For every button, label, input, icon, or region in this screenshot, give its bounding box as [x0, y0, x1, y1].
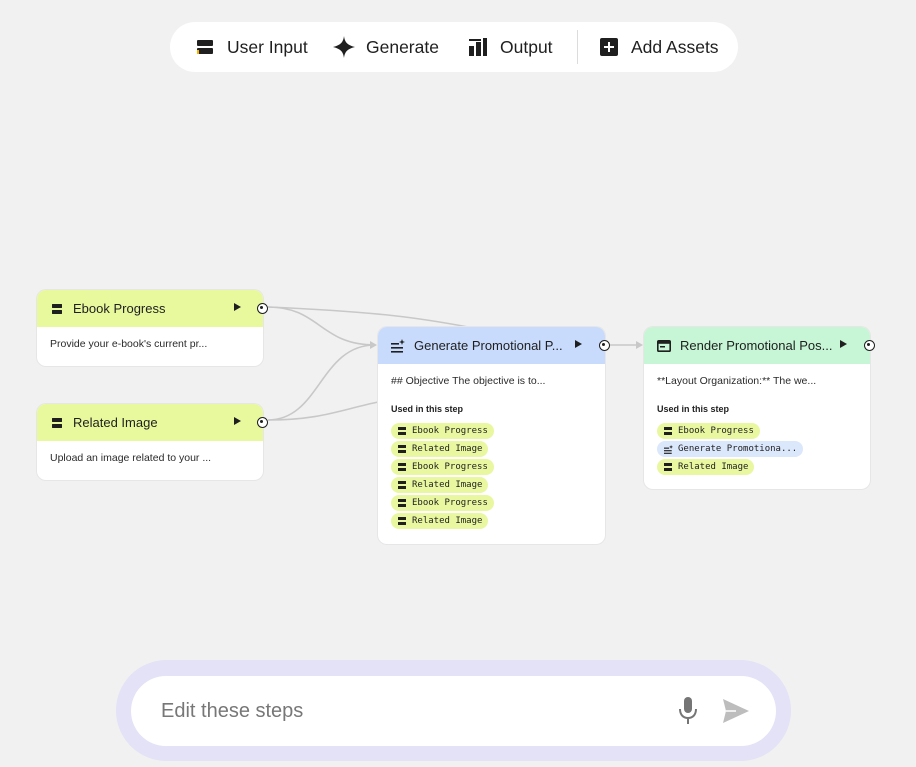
chip-label: Generate Promotiona... — [678, 444, 798, 454]
user-input-icon — [398, 499, 407, 508]
run-step-icon[interactable] — [234, 303, 241, 311]
chip-list: Ebook Progress Related Image Ebook Progr… — [391, 423, 592, 529]
node-title: Generate Promotional P... — [414, 338, 563, 353]
chip-label: Ebook Progress — [412, 498, 488, 508]
user-input-icon — [664, 427, 673, 436]
chip-label: Ebook Progress — [412, 426, 488, 436]
node-title: Render Promotional Pos... — [680, 338, 833, 353]
generate-text-icon — [391, 338, 405, 353]
chip[interactable]: Ebook Progress — [657, 423, 760, 439]
node-render-promotional[interactable]: Render Promotional Pos... **Layout Organ… — [644, 327, 875, 489]
run-step-icon[interactable] — [234, 417, 241, 425]
send-icon[interactable] — [722, 698, 750, 724]
run-step-icon[interactable] — [840, 340, 847, 348]
used-in-step-label: Used in this step — [657, 404, 730, 414]
render-output-icon — [657, 339, 671, 353]
microphone-icon[interactable] — [677, 696, 699, 726]
chip[interactable]: Ebook Progress — [391, 459, 494, 475]
user-input-icon — [398, 517, 407, 526]
chip[interactable]: Related Image — [391, 441, 489, 457]
output-port-icon[interactable] — [599, 340, 610, 351]
chip-label: Related Image — [412, 444, 483, 454]
arrow-head-render — [636, 341, 643, 349]
node-title: Ebook Progress — [73, 301, 166, 316]
node-description: Upload an image related to your ... — [50, 452, 212, 464]
chip[interactable]: Related Image — [657, 459, 755, 475]
chip[interactable]: Ebook Progress — [391, 495, 494, 511]
generate-text-icon — [664, 444, 673, 454]
chip-label: Related Image — [412, 480, 483, 490]
user-input-icon — [398, 481, 407, 490]
chip-list: Ebook Progress Generate Promotiona... Re… — [657, 423, 857, 475]
edit-steps-input[interactable] — [161, 699, 641, 723]
chip[interactable]: Generate Promotiona... — [657, 441, 804, 457]
output-port-icon[interactable] — [257, 303, 268, 314]
user-input-icon — [398, 427, 407, 436]
chip-label: Related Image — [678, 462, 749, 472]
user-input-icon — [664, 463, 673, 472]
node-generate-promotional[interactable]: Generate Promotional P... ## Objective T… — [378, 327, 610, 544]
run-step-icon[interactable] — [575, 340, 582, 348]
node-title: Related Image — [73, 415, 158, 430]
node-description: **Layout Organization:** The we... — [657, 375, 817, 387]
node-ebook-progress[interactable]: Ebook Progress Provide your e-book's cur… — [37, 290, 268, 366]
user-input-icon — [398, 445, 407, 454]
user-input-icon — [398, 463, 407, 472]
edge-image-to-generate — [267, 344, 376, 421]
user-input-icon — [50, 416, 64, 430]
used-in-step-label: Used in this step — [391, 404, 464, 414]
node-header: Render Promotional Pos... — [644, 327, 875, 364]
output-port-icon[interactable] — [257, 417, 268, 428]
node-header: Related Image — [37, 404, 268, 441]
node-description: Provide your e-book's current pr... — [50, 338, 208, 350]
edge-ebook-to-render — [267, 306, 469, 328]
chip-label: Related Image — [412, 516, 483, 526]
chip-label: Ebook Progress — [412, 462, 488, 472]
chip-label: Ebook Progress — [678, 426, 754, 436]
user-input-icon — [50, 302, 64, 316]
node-description: ## Objective The objective is to... — [391, 375, 546, 387]
chip[interactable]: Related Image — [391, 513, 489, 529]
node-header: Generate Promotional P... — [378, 327, 610, 364]
arrow-head-generate — [370, 341, 377, 349]
chip[interactable]: Related Image — [391, 477, 489, 493]
chip[interactable]: Ebook Progress — [391, 423, 494, 439]
node-header: Ebook Progress — [37, 290, 268, 327]
node-related-image[interactable]: Related Image Upload an image related to… — [37, 404, 268, 480]
output-port-icon[interactable] — [864, 340, 875, 351]
